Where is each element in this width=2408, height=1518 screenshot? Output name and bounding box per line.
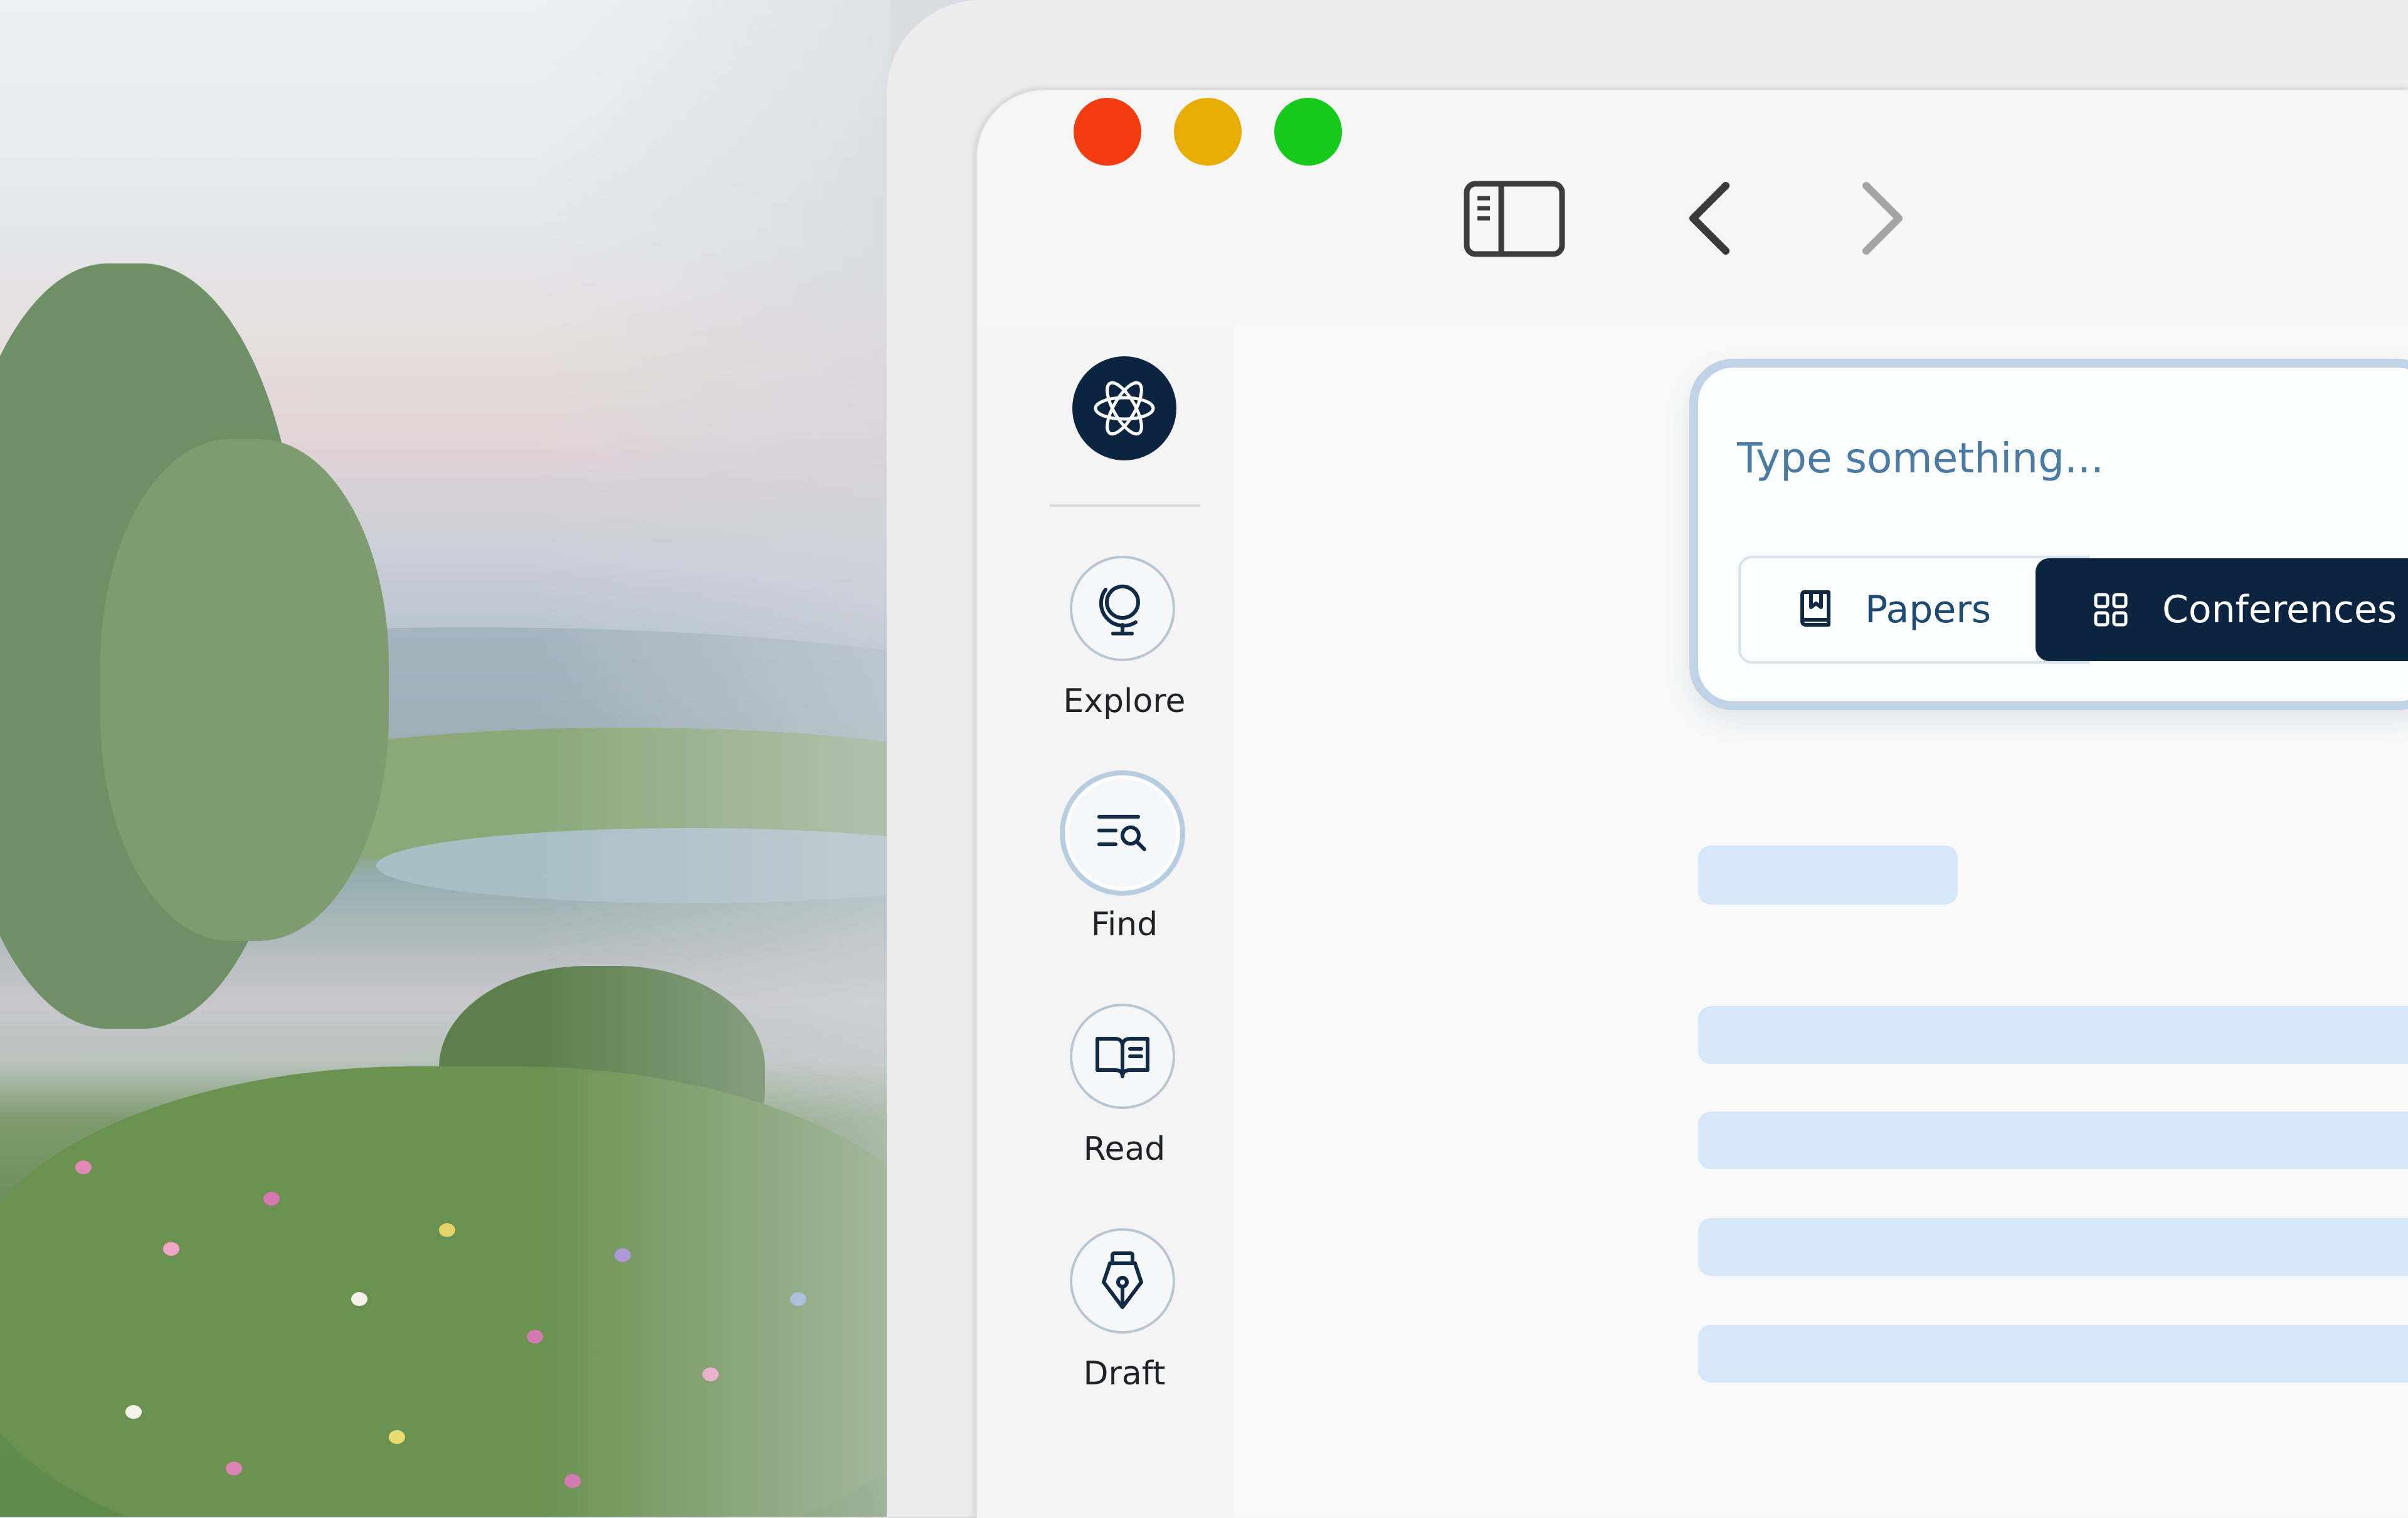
sidebar-item-explore[interactable] <box>1070 556 1175 661</box>
zoom-window-button[interactable] <box>1274 98 1342 166</box>
filter-conferences-button[interactable]: Conferences <box>2036 558 2408 661</box>
sidebar-label-explore: Explore <box>1063 682 1186 720</box>
chevron-left-icon[interactable] <box>1684 181 1735 256</box>
minimize-window-button[interactable] <box>1174 98 1242 166</box>
bookmark-book-icon <box>1800 590 1830 627</box>
search-input[interactable] <box>1737 427 2364 489</box>
sidebar-item-find[interactable] <box>1060 770 1185 896</box>
sidebar-item-draft[interactable] <box>1070 1228 1175 1334</box>
skeleton-line <box>1698 1006 2408 1064</box>
landscape-painting <box>0 0 890 1517</box>
sidebar-label-find: Find <box>1090 906 1158 943</box>
app-logo[interactable] <box>1072 356 1176 460</box>
globe-icon <box>1099 585 1140 635</box>
sidebar-label-read: Read <box>1083 1130 1166 1168</box>
skeleton-line <box>1698 1325 2408 1383</box>
skeleton-heading <box>1698 846 1958 905</box>
fountain-pen-icon <box>1102 1251 1143 1309</box>
sidebar-item-read[interactable] <box>1070 1004 1175 1109</box>
sidebar-label-draft: Draft <box>1083 1355 1166 1393</box>
grid-icon <box>2094 593 2128 627</box>
sidebar-toggle-icon[interactable] <box>1461 178 1568 260</box>
sidebar-divider <box>1050 504 1200 507</box>
filter-papers-label: Papers <box>1865 588 1992 632</box>
open-book-icon <box>1096 1037 1149 1078</box>
search-list-icon <box>1097 815 1146 851</box>
filter-conferences-label: Conferences <box>2162 588 2397 632</box>
close-window-button[interactable] <box>1074 98 1141 166</box>
skeleton-line <box>1698 1112 2408 1169</box>
atom-icon <box>1094 381 1155 436</box>
chevron-right-icon[interactable] <box>1857 181 1908 256</box>
skeleton-line <box>1698 1218 2408 1276</box>
